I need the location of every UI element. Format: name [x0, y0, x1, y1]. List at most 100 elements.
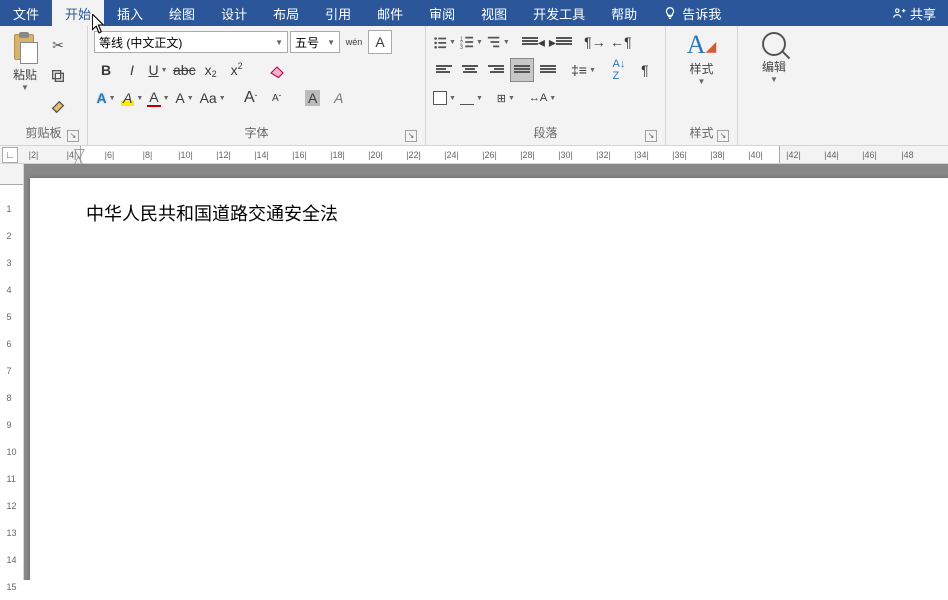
bullets-button[interactable]: ▼	[432, 30, 457, 54]
char-border-button[interactable]: A	[368, 30, 392, 54]
tab-tellme[interactable]: 告诉我	[650, 0, 734, 26]
chevron-down-icon: ▼	[327, 38, 335, 47]
circled-char-button[interactable]: A	[327, 86, 351, 110]
shading-icon	[433, 91, 447, 105]
bold-icon: B	[101, 62, 111, 78]
tab-review[interactable]: 审阅	[416, 0, 468, 26]
shading-button[interactable]: ▼	[432, 86, 457, 110]
char-shading-button[interactable]: A▼	[173, 86, 197, 110]
document-text[interactable]: 中华人民共和国道路交通安全法	[86, 200, 948, 226]
group-paragraph: ▼ 123▼ ▼ ◂ ▸ ¶→ ←¶ ‡≡▼ A↓Z ¶	[426, 26, 666, 145]
lightbulb-icon	[663, 6, 677, 20]
distributed-button[interactable]	[536, 58, 560, 82]
font-name-combo[interactable]: 等线 (中文正文)▼	[94, 31, 288, 53]
chevron-down-icon: ▼	[503, 39, 510, 46]
shrink-font-button[interactable]: Aˇ	[265, 86, 289, 110]
dialog-launcher-icon[interactable]: ↘	[717, 130, 729, 142]
tab-references[interactable]: 引用	[312, 0, 364, 26]
enclosed-char-button[interactable]: A	[301, 86, 325, 110]
page-area[interactable]: 中华人民共和国道路交通安全法	[24, 164, 948, 580]
multilevel-icon	[487, 35, 501, 49]
strikethrough-button[interactable]: abc	[172, 58, 197, 82]
circled-char-icon: A	[334, 90, 343, 106]
align-left-icon	[436, 64, 452, 76]
group-editing: 编辑 ▼	[738, 26, 810, 145]
subscript-button[interactable]: x2	[199, 58, 223, 82]
decrease-indent-icon	[522, 36, 538, 48]
align-center-icon	[462, 64, 478, 76]
clear-format-button[interactable]	[265, 58, 289, 82]
chevron-down-icon: ▼	[449, 95, 456, 102]
chevron-down-icon: ▼	[508, 95, 515, 102]
align-right-button[interactable]	[484, 58, 508, 82]
styles-button[interactable]: A◢ 样式 ▼	[681, 30, 723, 122]
dialog-launcher-icon[interactable]: ↘	[645, 130, 657, 142]
enclosed-char-icon: A	[305, 90, 320, 106]
grow-font-button[interactable]: Aˇ	[239, 86, 263, 110]
tab-mailings[interactable]: 邮件	[364, 0, 416, 26]
font-name-value: 等线 (中文正文)	[99, 34, 182, 51]
borders-button[interactable]: ▼	[459, 86, 484, 110]
line-spacing-button[interactable]: ‡≡▼	[570, 58, 597, 82]
phonetic-guide-button[interactable]: wén	[342, 30, 366, 54]
italic-button[interactable]: I	[120, 58, 144, 82]
font-color-button[interactable]: A▼	[146, 86, 170, 110]
format-painter-button[interactable]	[48, 97, 68, 117]
tab-design[interactable]: 设计	[208, 0, 260, 26]
chevron-down-icon: ▼	[136, 95, 143, 102]
char-scale-icon: ↔A	[529, 92, 547, 104]
document-page[interactable]: 中华人民共和国道路交通安全法	[30, 178, 948, 580]
tab-insert[interactable]: 插入	[104, 0, 156, 26]
workspace: 123456789101112131415 中华人民共和国道路交通安全法	[0, 164, 948, 580]
numbering-icon: 123	[460, 35, 474, 49]
sort-button[interactable]: A↓Z	[607, 58, 631, 82]
share-label: 共享	[910, 4, 936, 23]
snap-grid-button[interactable]: ⊞▼	[494, 86, 518, 110]
tab-selector[interactable]: ∟	[2, 147, 18, 163]
group-styles: A◢ 样式 ▼ 样式 ↘	[666, 26, 738, 145]
chevron-down-icon: ▼	[449, 39, 456, 46]
multilevel-button[interactable]: ▼	[486, 30, 511, 54]
tab-view[interactable]: 视图	[468, 0, 520, 26]
align-right-icon	[488, 64, 504, 76]
underline-button[interactable]: U▼	[146, 58, 170, 82]
text-effects-button[interactable]: A▼	[94, 86, 118, 110]
decrease-indent-button[interactable]: ◂	[521, 30, 546, 54]
font-size-combo[interactable]: 五号▼	[290, 31, 340, 53]
tellme-label: 告诉我	[682, 4, 721, 23]
chevron-down-icon: ▼	[753, 75, 795, 84]
copy-icon	[50, 68, 66, 84]
share-button[interactable]: 共享	[880, 0, 948, 26]
tab-layout[interactable]: 布局	[260, 0, 312, 26]
copy-button[interactable]	[48, 66, 68, 86]
char-scale-button[interactable]: ↔A▼	[528, 86, 557, 110]
tab-draw[interactable]: 绘图	[156, 0, 208, 26]
superscript-button[interactable]: x2	[225, 58, 249, 82]
dialog-launcher-icon[interactable]: ↘	[405, 130, 417, 142]
tab-developer[interactable]: 开发工具	[520, 0, 598, 26]
editing-button[interactable]: 编辑 ▼	[753, 30, 795, 125]
align-left-button[interactable]	[432, 58, 456, 82]
grid-icon: ⊞	[497, 92, 506, 105]
paste-button[interactable]: 粘贴 ▼	[8, 30, 42, 92]
ruler-horizontal[interactable]: ∟ ▽ △ |2||4||6||8||10||12||14||16||18||2…	[0, 146, 948, 164]
underline-icon: U	[148, 62, 158, 78]
numbering-button[interactable]: 123▼	[459, 30, 484, 54]
dialog-launcher-icon[interactable]: ↘	[67, 130, 79, 142]
highlight-button[interactable]: A▼	[120, 86, 144, 110]
ltr-icon: ¶→	[584, 34, 606, 50]
rtl-button[interactable]: ←¶	[609, 30, 633, 54]
ruler-vertical[interactable]: 123456789101112131415	[0, 164, 24, 580]
change-case-button[interactable]: Aa▼	[199, 86, 227, 110]
tab-home[interactable]: 开始	[52, 0, 104, 26]
editing-label: 编辑	[753, 58, 795, 75]
align-justify-button[interactable]	[510, 58, 534, 82]
align-center-button[interactable]	[458, 58, 482, 82]
show-marks-button[interactable]: ¶	[633, 58, 657, 82]
tab-help[interactable]: 帮助	[598, 0, 650, 26]
bold-button[interactable]: B	[94, 58, 118, 82]
cut-button[interactable]: ✂	[48, 35, 68, 55]
increase-indent-button[interactable]: ▸	[548, 30, 573, 54]
tab-file[interactable]: 文件	[0, 0, 52, 26]
ltr-button[interactable]: ¶→	[583, 30, 607, 54]
